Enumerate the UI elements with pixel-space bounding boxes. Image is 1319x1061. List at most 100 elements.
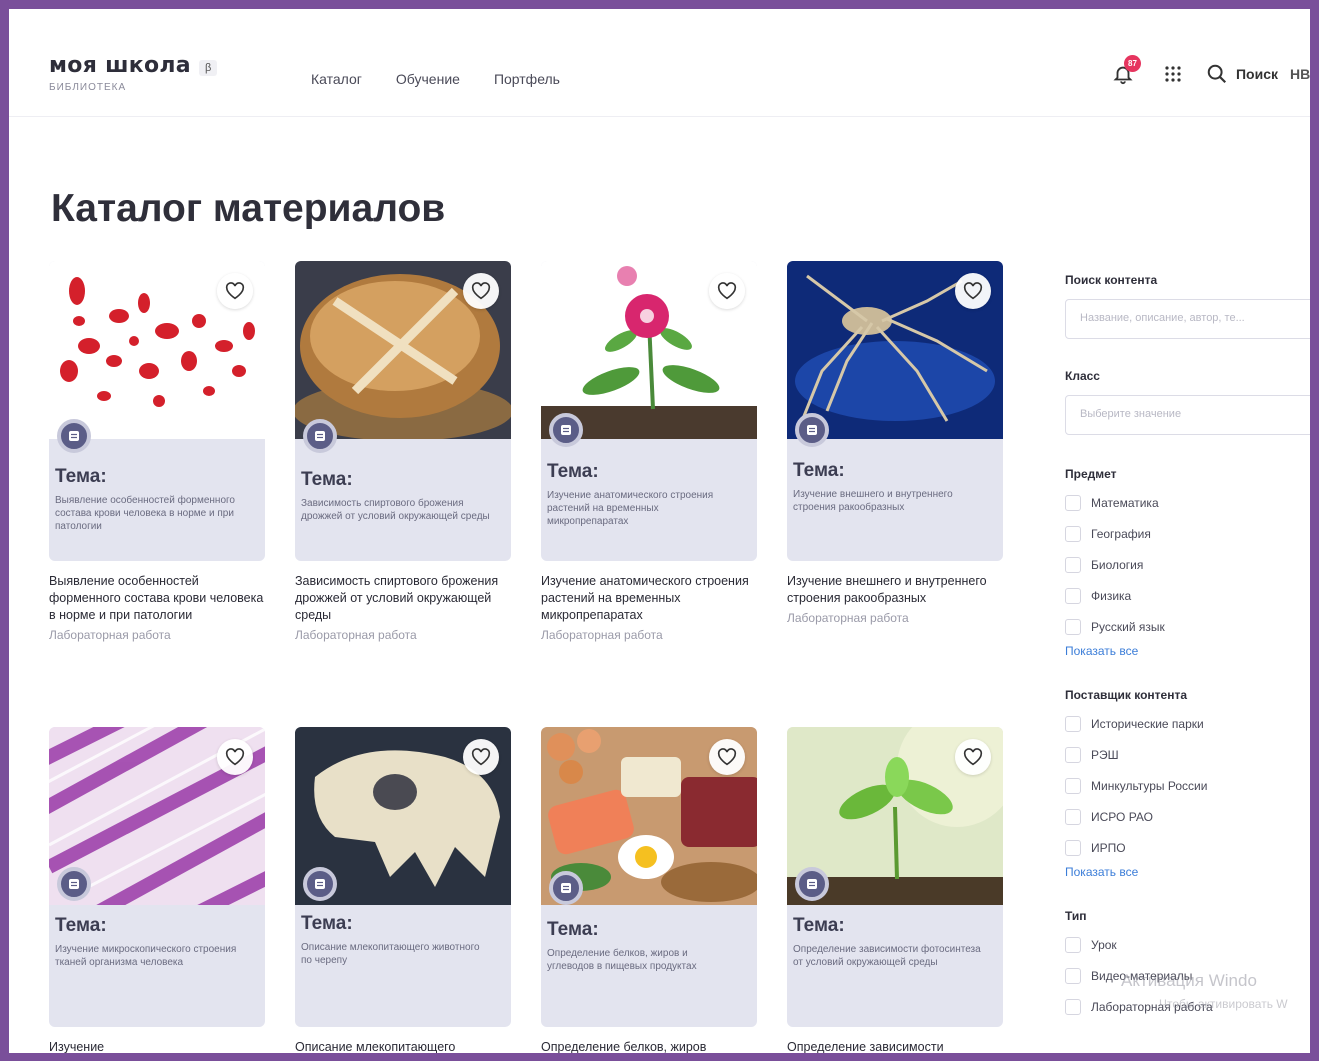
checkbox-box[interactable] xyxy=(1065,715,1081,732)
card-title[interactable]: Описание млекопитающего xyxy=(295,1039,511,1053)
material-card[interactable]: Тема: Изучение микроскопического строени… xyxy=(49,727,265,1053)
favorite-button[interactable] xyxy=(217,273,253,309)
card-tema-label: Тема: xyxy=(547,919,599,940)
card-visual: Тема: Определение белков, жиров и углево… xyxy=(541,727,757,1027)
checkbox-box[interactable] xyxy=(1065,587,1081,604)
material-card[interactable]: Тема: Изучение внешнего и внутреннего ст… xyxy=(787,261,1003,625)
search-content-heading: Поиск контента xyxy=(1065,273,1158,287)
document-icon xyxy=(69,879,79,889)
apps-button[interactable] xyxy=(1160,61,1186,87)
type-heading: Тип xyxy=(1065,909,1087,923)
document-icon xyxy=(807,879,817,889)
user-avatar[interactable]: НВ xyxy=(1290,66,1310,82)
lab-type-icon xyxy=(549,413,583,447)
favorite-button[interactable] xyxy=(955,273,991,309)
class-heading: Класс xyxy=(1065,369,1100,383)
checkbox-box[interactable] xyxy=(1065,777,1081,794)
card-title[interactable]: Выявление особенностей форменного состав… xyxy=(49,573,265,624)
heart-icon xyxy=(225,748,245,766)
class-select[interactable]: Выберите значение xyxy=(1065,395,1310,435)
favorite-button[interactable] xyxy=(463,739,499,775)
top-header: моя школа β БИБЛИОТЕКА Каталог Обучение П… xyxy=(9,9,1310,117)
favorite-button[interactable] xyxy=(463,273,499,309)
lab-type-icon xyxy=(57,419,91,453)
card-title[interactable]: Зависимость спиртового брожения дрожжей … xyxy=(295,573,511,624)
heart-icon xyxy=(471,748,491,766)
material-card[interactable]: Тема: Зависимость спиртового брожения др… xyxy=(295,261,511,642)
provider-checkbox[interactable]: ИСРО РАО xyxy=(1065,801,1310,832)
checkbox-box[interactable] xyxy=(1065,936,1081,953)
material-card[interactable]: Тема: Определение зависимости фотосинтез… xyxy=(787,727,1003,1053)
checkbox-box[interactable] xyxy=(1065,618,1081,635)
windows-activation-hint: Чтобы активировать W xyxy=(1159,997,1288,1011)
document-icon xyxy=(315,431,325,441)
windows-activation-watermark: Активация Windo xyxy=(1121,971,1257,990)
search-button[interactable]: Поиск xyxy=(1206,63,1278,85)
content-search-input[interactable]: Название, описание, автор, те... xyxy=(1065,299,1310,339)
provider-checkbox[interactable]: РЭШ xyxy=(1065,739,1310,770)
card-type: Лабораторная работа xyxy=(787,611,909,625)
card-tema-text: Изучение микроскопического строения ткан… xyxy=(55,944,237,968)
provider-label: ИСРО РАО xyxy=(1091,809,1153,824)
nav-catalog[interactable]: Каталог xyxy=(311,71,362,87)
provider-checkbox[interactable]: ИРПО xyxy=(1065,832,1310,863)
card-tema-text: Выявление особенностей форменного состав… xyxy=(55,495,235,532)
heart-icon xyxy=(963,748,983,766)
card-title[interactable]: Изучение внешнего и внутреннего строения… xyxy=(787,573,1003,607)
document-icon xyxy=(561,425,571,435)
logo[interactable]: моя школа β БИБЛИОТЕКА xyxy=(49,53,218,93)
card-tema-text: Изучение внешнего и внутреннего строения… xyxy=(793,489,953,513)
logo-text: моя школа xyxy=(49,53,191,78)
card-title[interactable]: Изучение xyxy=(49,1039,265,1053)
subject-label: Русский язык xyxy=(1091,619,1165,634)
document-icon xyxy=(561,883,571,893)
subject-checkbox[interactable]: Русский язык xyxy=(1065,611,1310,642)
checkbox-box[interactable] xyxy=(1065,967,1081,984)
favorite-button[interactable] xyxy=(955,739,991,775)
nav-portfolio[interactable]: Портфель xyxy=(494,71,560,87)
app-window: моя школа β БИБЛИОТЕКА Каталог Обучение П… xyxy=(9,9,1310,1053)
material-card[interactable]: Тема: Выявление особенностей форменного … xyxy=(49,261,265,642)
favorite-button[interactable] xyxy=(709,739,745,775)
checkbox-box[interactable] xyxy=(1065,494,1081,511)
notifications-button[interactable]: 87 xyxy=(1110,55,1141,87)
heart-icon xyxy=(963,282,983,300)
lab-type-icon xyxy=(549,871,583,905)
card-title[interactable]: Определение зависимости xyxy=(787,1039,1003,1053)
checkbox-box[interactable] xyxy=(1065,525,1081,542)
provider-checkbox[interactable]: Минкультуры России xyxy=(1065,770,1310,801)
provider-checkbox[interactable]: Исторические парки xyxy=(1065,708,1310,739)
subject-checkbox[interactable]: География xyxy=(1065,518,1310,549)
favorite-button[interactable] xyxy=(709,273,745,309)
type-checkbox[interactable]: Урок xyxy=(1065,929,1310,960)
subject-checkbox[interactable]: Математика xyxy=(1065,487,1310,518)
card-visual: Тема: Изучение внешнего и внутреннего ст… xyxy=(787,261,1003,561)
checkbox-box[interactable] xyxy=(1065,746,1081,763)
main-nav: Каталог Обучение Портфель xyxy=(311,71,560,87)
card-title[interactable]: Определение белков, жиров xyxy=(541,1039,757,1053)
class-select-placeholder: Выберите значение xyxy=(1080,408,1182,420)
show-all-providers-link[interactable]: Показать все xyxy=(1065,865,1310,879)
favorite-button[interactable] xyxy=(217,739,253,775)
material-card[interactable]: Тема: Описание млекопитающего животного … xyxy=(295,727,511,1053)
heart-icon xyxy=(717,748,737,766)
nav-learning[interactable]: Обучение xyxy=(396,71,460,87)
checkbox-box[interactable] xyxy=(1065,998,1081,1015)
material-card[interactable]: Тема: Определение белков, жиров и углево… xyxy=(541,727,757,1053)
logo-subtitle: БИБЛИОТЕКА xyxy=(49,82,127,93)
card-visual: Тема: Зависимость спиртового брожения др… xyxy=(295,261,511,561)
material-card[interactable]: Тема: Изучение анатомического строения р… xyxy=(541,261,757,642)
card-visual: Тема: Описание млекопитающего животного … xyxy=(295,727,511,1027)
card-tema-text: Изучение анатомического строения растени… xyxy=(547,490,714,527)
checkbox-box[interactable] xyxy=(1065,808,1081,825)
card-visual: Тема: Изучение анатомического строения р… xyxy=(541,261,757,561)
card-title[interactable]: Изучение анатомического строения растени… xyxy=(541,573,757,624)
checkbox-box[interactable] xyxy=(1065,839,1081,856)
checkbox-box[interactable] xyxy=(1065,556,1081,573)
lab-type-icon xyxy=(795,867,829,901)
subject-checkbox[interactable]: Биология xyxy=(1065,549,1310,580)
card-type: Лабораторная работа xyxy=(49,628,171,642)
show-all-subjects-link[interactable]: Показать все xyxy=(1065,644,1310,658)
subject-checkbox[interactable]: Физика xyxy=(1065,580,1310,611)
provider-label: ИРПО xyxy=(1091,840,1126,855)
